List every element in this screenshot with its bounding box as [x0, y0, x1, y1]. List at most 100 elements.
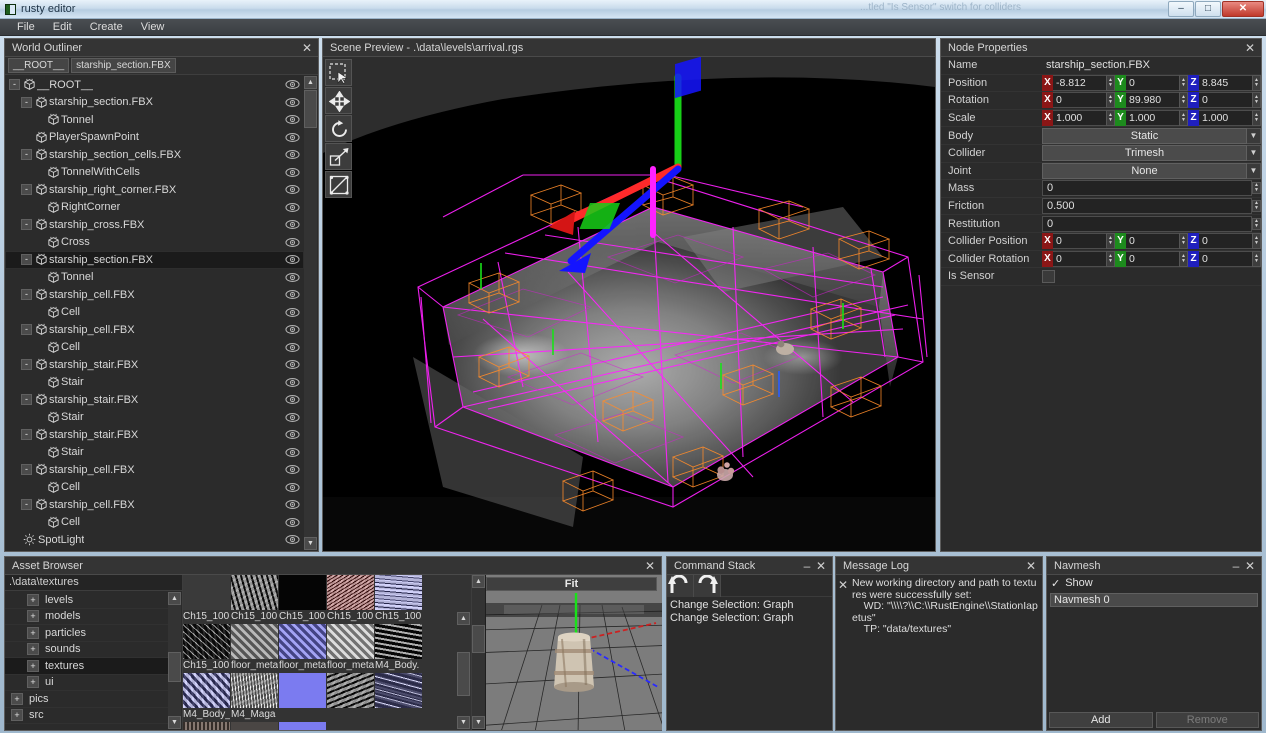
scroll-down-icon[interactable]: ▼ [457, 716, 470, 729]
visibility-icon[interactable] [285, 218, 300, 231]
visibility-icon[interactable] [285, 148, 300, 161]
chevron-down-icon[interactable]: ▼ [1247, 162, 1261, 179]
asset-item[interactable]: floor_meta [327, 624, 374, 672]
collapse-icon[interactable]: - [21, 394, 32, 406]
move-tool-button[interactable] [325, 87, 352, 114]
expand-icon[interactable]: + [27, 610, 39, 623]
scroll-thumb[interactable] [168, 652, 181, 682]
visibility-icon[interactable] [285, 271, 300, 284]
is-sensor-checkbox[interactable] [1042, 269, 1055, 283]
outliner-row[interactable]: Stair [5, 374, 304, 392]
command-stack-list[interactable]: Change Selection: Graph Change Selection:… [667, 597, 832, 625]
outliner-row[interactable]: - starship_section.FBX [5, 94, 304, 112]
x-stepper[interactable]: ▲ ▼ [1106, 250, 1115, 267]
asset-thumbnail[interactable] [327, 575, 374, 610]
z-value-input[interactable]: 0 [1199, 250, 1252, 267]
asset-item[interactable]: Ch15_100 [375, 575, 422, 623]
scale-tool-button[interactable] [325, 143, 352, 170]
menu-create[interactable]: Create [81, 20, 132, 34]
scene-viewport[interactable] [323, 57, 935, 551]
outliner-row[interactable]: SpotLight [5, 531, 304, 549]
collapse-icon[interactable]: - [21, 464, 32, 476]
expand-icon[interactable]: + [27, 643, 39, 656]
y-stepper[interactable]: ▲ ▼ [1179, 92, 1188, 109]
outliner-row[interactable]: - starship_section_cells.FBX [5, 146, 304, 164]
fit-button[interactable]: Fit [486, 577, 657, 591]
outliner-row[interactable]: Cross [5, 234, 304, 252]
outliner-row[interactable]: RightCorner [5, 199, 304, 217]
asset-thumbnail[interactable] [183, 624, 230, 659]
asset-item[interactable] [183, 722, 230, 730]
outliner-row[interactable]: - starship_cross.FBX [5, 216, 304, 234]
folder-row[interactable]: + ui [5, 675, 169, 691]
visibility-icon[interactable] [285, 113, 300, 126]
expand-icon[interactable]: + [11, 692, 23, 705]
minimize-icon[interactable]: – [800, 559, 814, 573]
visibility-icon[interactable] [285, 323, 300, 336]
scroll-thumb[interactable] [304, 90, 317, 128]
asset-thumbnail[interactable] [327, 673, 374, 708]
visibility-icon[interactable] [285, 166, 300, 179]
asset-item[interactable] [279, 673, 326, 721]
collapse-icon[interactable]: - [21, 96, 32, 108]
outliner-row[interactable]: - starship_cell.FBX [5, 321, 304, 339]
name-input[interactable]: starship_section.FBX [1042, 58, 1261, 72]
outliner-row[interactable]: - starship_stair.FBX [5, 426, 304, 444]
scroll-up-icon[interactable]: ▲ [304, 76, 317, 89]
scroll-thumb[interactable] [472, 625, 485, 653]
outliner-row[interactable]: - starship_section.FBX [5, 251, 304, 269]
asset-thumbnail[interactable] [375, 624, 422, 659]
asset-item[interactable]: Ch15_100 [183, 624, 230, 672]
menu-file[interactable]: File [8, 20, 44, 34]
visibility-icon[interactable] [285, 341, 300, 354]
restitution-input[interactable]: 0 [1042, 215, 1252, 232]
visibility-icon[interactable] [285, 481, 300, 494]
asset-thumbnail[interactable] [231, 575, 278, 610]
visibility-icon[interactable] [285, 446, 300, 459]
close-icon[interactable]: ✕ [814, 559, 828, 573]
undo-icon[interactable] [667, 574, 694, 597]
collapse-icon[interactable]: - [21, 429, 32, 441]
asset-item[interactable]: Ch15_100 [231, 575, 278, 623]
outliner-scrollbar[interactable]: ▲ ▼ [304, 76, 317, 550]
scroll-down-icon[interactable]: ▼ [472, 716, 485, 729]
menu-edit[interactable]: Edit [44, 20, 81, 34]
breadcrumb-item-node[interactable]: starship_section.FBX [71, 58, 176, 73]
x-stepper[interactable]: ▲ ▼ [1106, 74, 1115, 91]
rotate-tool-button[interactable] [325, 115, 352, 142]
y-value-input[interactable]: 1.000 [1126, 110, 1179, 127]
folder-row[interactable]: + sounds [5, 642, 169, 658]
asset-item[interactable] [231, 722, 278, 730]
z-value-input[interactable]: 0 [1199, 92, 1252, 109]
maximize-button[interactable]: □ [1195, 1, 1221, 17]
collapse-icon[interactable]: - [21, 184, 32, 196]
scroll-up-icon[interactable]: ▲ [457, 612, 470, 625]
clear-log-button[interactable]: ✕ [836, 575, 852, 730]
asset-thumbnail[interactable] [231, 624, 278, 659]
collapse-icon[interactable]: - [21, 149, 32, 161]
asset-thumbnail[interactable] [183, 673, 230, 708]
minimize-button[interactable]: – [1168, 1, 1194, 17]
menu-view[interactable]: View [132, 20, 174, 34]
asset-item[interactable]: floor_meta [231, 624, 278, 672]
outliner-tree[interactable]: - __ROOT__ - starship_section.FBX Tonnel Play… [5, 76, 304, 551]
close-icon[interactable]: ✕ [1243, 559, 1257, 573]
x-stepper[interactable]: ▲ ▼ [1106, 233, 1115, 250]
asset-item[interactable] [327, 673, 374, 721]
collapse-icon[interactable]: - [21, 499, 32, 511]
remove-navmesh-button[interactable]: Remove [1155, 712, 1259, 728]
scalar-stepper[interactable]: ▲ ▼ [1252, 182, 1261, 195]
folder-row[interactable]: + src [5, 708, 169, 724]
asset-item[interactable]: Ch15_100 [279, 575, 326, 623]
navmesh-item[interactable]: Navmesh 0 [1050, 593, 1258, 607]
close-icon[interactable]: ✕ [1024, 559, 1038, 573]
visibility-icon[interactable] [285, 516, 300, 529]
asset-thumbnail[interactable] [279, 624, 326, 659]
z-value-input[interactable]: 0 [1199, 233, 1252, 250]
chevron-down-icon[interactable]: ▼ [1247, 145, 1261, 162]
y-stepper[interactable]: ▲ ▼ [1179, 74, 1188, 91]
outliner-row[interactable]: PlayerSpawnPoint [5, 129, 304, 147]
visibility-icon[interactable] [285, 376, 300, 389]
visibility-icon[interactable] [285, 306, 300, 319]
preview-scrollbar[interactable]: ▲ ▼ [472, 575, 485, 729]
